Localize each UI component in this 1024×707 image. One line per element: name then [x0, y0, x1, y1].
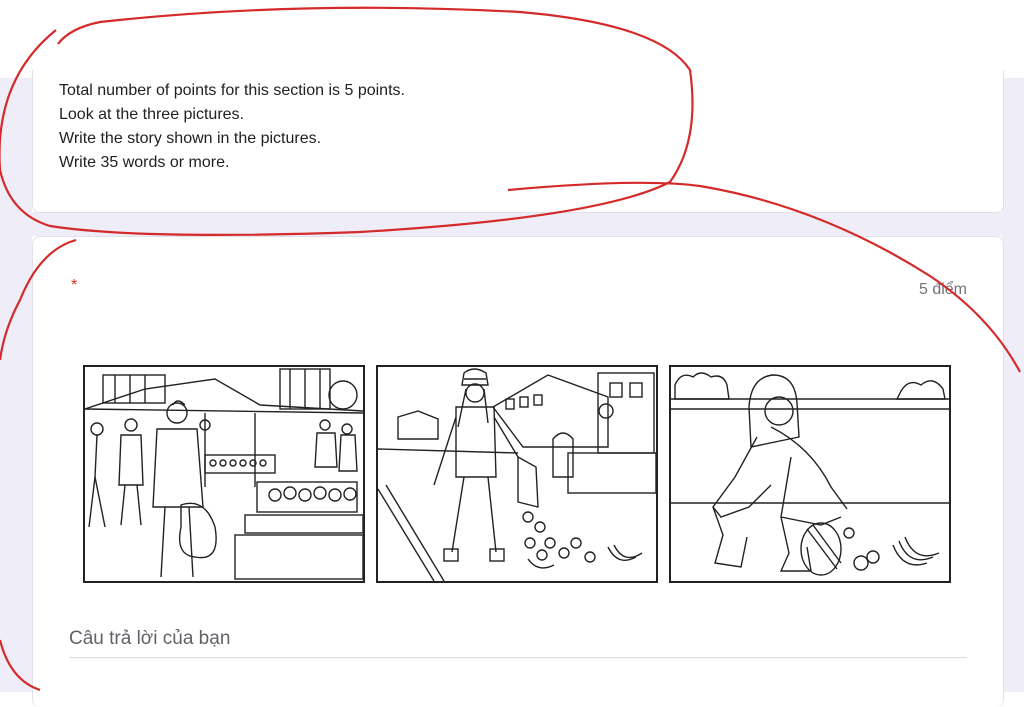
question-card: * 5 điểm [32, 236, 1004, 707]
girl-picking-up-fruit-illustration [669, 365, 951, 583]
points-label: 5 điểm [918, 281, 967, 298]
girl-dropping-fruit-illustration [376, 365, 658, 583]
question-image [83, 365, 953, 583]
market-scene-illustration [83, 365, 365, 583]
required-asterisk: * [71, 277, 78, 294]
section-description-card: Total number of points for this section … [32, 70, 1004, 213]
description-line-word-count: Write 35 words or more. [59, 154, 230, 171]
form-background-gap [0, 212, 1024, 236]
description-line-look: Look at the three pictures. [59, 106, 244, 123]
form-background-right [1002, 78, 1024, 692]
description-line-write-story: Write the story shown in the pictures. [59, 130, 322, 147]
description-line-points: Total number of points for this section … [59, 82, 405, 99]
answer-input[interactable] [69, 621, 967, 658]
form-background-left [0, 78, 32, 692]
